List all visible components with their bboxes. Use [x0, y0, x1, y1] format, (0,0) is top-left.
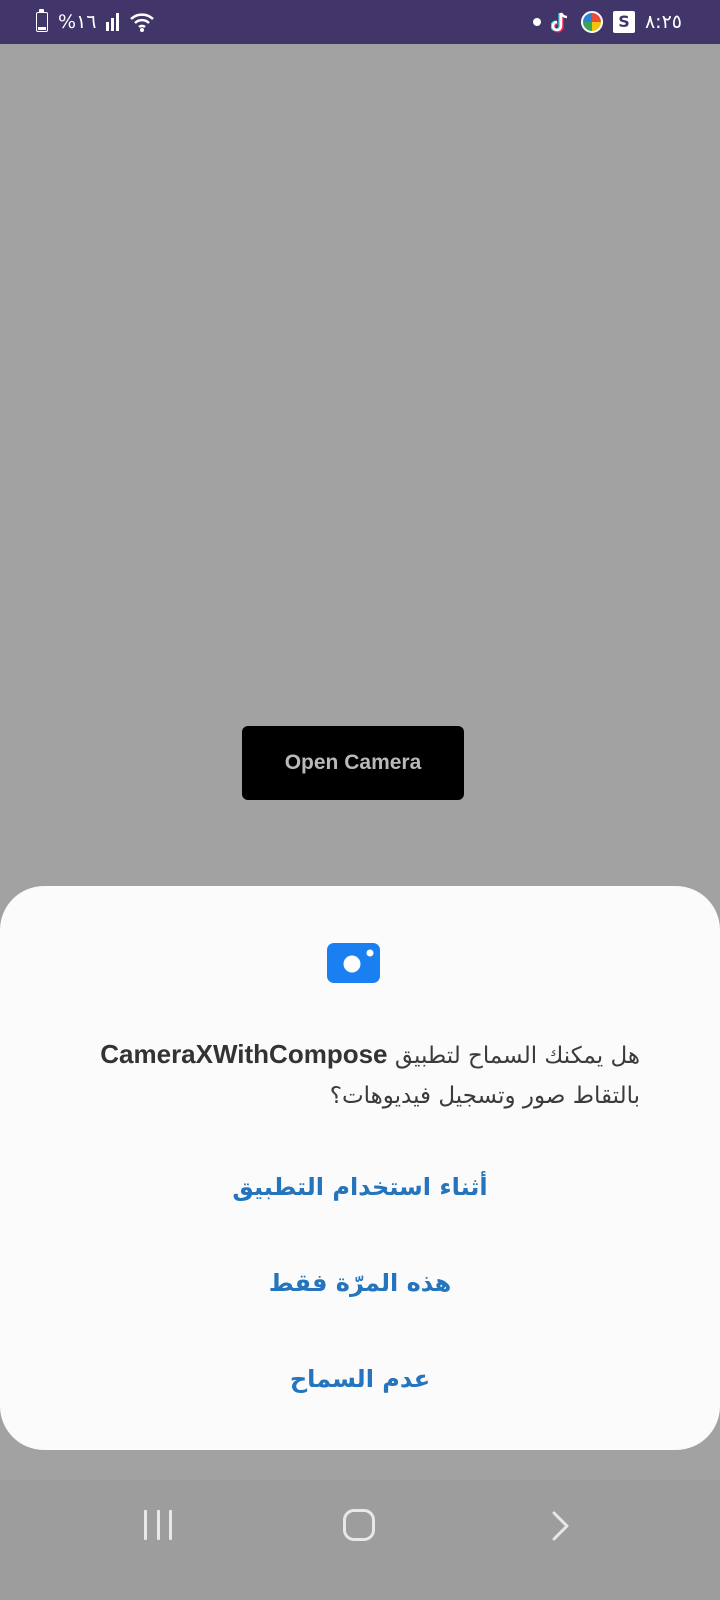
back-icon[interactable]: [550, 1510, 572, 1542]
message-suffix: بالتقاط صور وتسجيل فيديوهات؟: [329, 1083, 640, 1109]
app-circle-icon: [580, 11, 603, 33]
battery-icon: [36, 9, 48, 32]
deny-button[interactable]: عدم السماح: [60, 1343, 660, 1415]
dot-icon: [532, 18, 541, 26]
while-using-app-button[interactable]: أثناء استخدام التطبيق: [60, 1151, 660, 1223]
home-icon[interactable]: [343, 1509, 375, 1541]
recents-icon[interactable]: [144, 1510, 172, 1540]
permission-message: هل يمكنك السماح لتطبيق CameraXWithCompos…: [40, 1034, 640, 1116]
open-camera-button[interactable]: Open Camera: [242, 726, 464, 800]
s-icon: S: [612, 11, 635, 33]
tiktok-icon: [550, 11, 571, 33]
wifi-icon: [129, 11, 155, 33]
status-left: %١٦: [36, 9, 155, 33]
battery-percentage: %١٦: [58, 11, 97, 33]
permission-dialog: هل يمكنك السماح لتطبيق CameraXWithCompos…: [0, 886, 720, 1450]
status-right: S ٨:٢٥: [532, 11, 682, 33]
camera-icon: [327, 943, 380, 983]
status-time: ٨:٢٥: [644, 11, 682, 33]
message-prefix: هل يمكنك السماح لتطبيق: [394, 1043, 640, 1069]
only-this-time-button[interactable]: هذه المرّة فقط: [60, 1247, 660, 1319]
signal-icon: [106, 13, 120, 31]
app-name: CameraXWithCompose: [100, 1039, 388, 1069]
navigation-bar: [0, 1480, 720, 1600]
status-bar: %١٦ S ٨:٢٥: [0, 0, 720, 44]
